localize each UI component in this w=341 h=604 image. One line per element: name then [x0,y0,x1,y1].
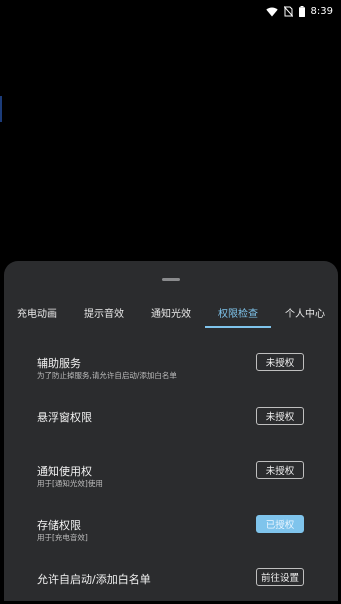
active-tab-indicator [205,326,271,328]
notification-authorize-button[interactable]: 未授权 [256,461,304,479]
tab-bar: 充电动画 提示音效 通知光效 权限检查 个人中心 [4,305,338,329]
bottom-sheet: 充电动画 提示音效 通知光效 权限检查 个人中心 辅助服务 为了防止掉服务,请允… [4,261,338,601]
storage-title: 存储权限 [37,519,81,532]
storage-authorized-button[interactable]: 已授权 [256,515,304,533]
overlay-authorize-button[interactable]: 未授权 [256,407,304,425]
tab-sound-effects[interactable]: 提示音效 [84,305,124,320]
accessibility-subtitle: 为了防止掉服务,请允许自启动/添加白名单 [37,371,177,380]
battery-icon [298,6,305,17]
tab-charging-animation[interactable]: 充电动画 [17,305,57,320]
tab-notification-light[interactable]: 通知光效 [151,305,191,320]
overlay-title: 悬浮窗权限 [37,411,92,424]
status-bar: 8:39 [0,0,341,26]
notification-title: 通知使用权 [37,465,92,478]
wifi-icon [265,7,278,17]
edge-indicator [0,96,2,122]
accessibility-authorize-button[interactable]: 未授权 [256,353,304,371]
no-sim-icon [283,6,293,17]
storage-subtitle: 用于[充电音效] [37,533,88,542]
tab-permission-check[interactable]: 权限检查 [218,305,258,320]
accessibility-title: 辅助服务 [37,357,81,370]
drag-handle[interactable] [162,278,180,281]
notification-subtitle: 用于[通知光效]使用 [37,479,103,488]
autostart-settings-button[interactable]: 前往设置 [256,568,304,586]
status-icons: 8:39 [265,6,333,17]
clock: 8:39 [310,6,333,17]
autostart-title: 允许自启动/添加白名单 [37,573,151,586]
tab-profile[interactable]: 个人中心 [285,305,325,320]
